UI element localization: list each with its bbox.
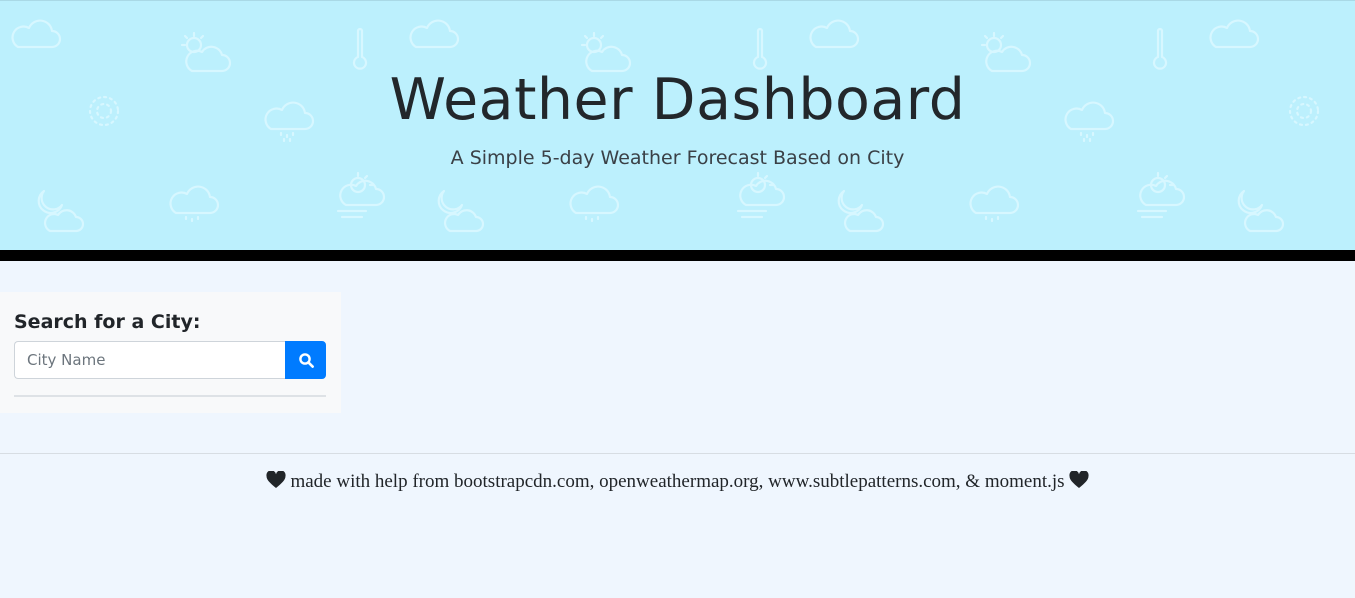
footer-credits: made with help from bootstrapcdn.com, op… (290, 471, 1065, 492)
header-banner: Weather Dashboard A Simple 5-day Weather… (0, 0, 1355, 250)
rain-cloud-icon (569, 185, 620, 223)
moon-cloud-icon (437, 189, 485, 233)
cloud-icon (409, 19, 460, 49)
search-button[interactable] (285, 341, 326, 379)
wind-cloud-icon (736, 171, 786, 219)
moon-cloud-icon (837, 189, 885, 233)
thermometer-icon (752, 27, 768, 70)
sun-cloud-icon (580, 31, 632, 73)
cloud-icon (1209, 19, 1260, 49)
heart-icon (266, 471, 286, 488)
moon-cloud-icon (1237, 189, 1285, 233)
footer-divider (0, 453, 1355, 454)
heart-icon (1069, 471, 1089, 488)
thermometer-icon (1152, 27, 1168, 70)
wind-cloud-icon (336, 171, 386, 219)
city-search-input[interactable] (14, 341, 286, 379)
moon-cloud-icon (37, 189, 85, 233)
header-divider (0, 250, 1355, 261)
page-subtitle: A Simple 5-day Weather Forecast Based on… (450, 147, 905, 169)
sun-cloud-icon (180, 31, 232, 73)
cloud-icon (809, 19, 860, 49)
sun-cloud-icon (980, 31, 1032, 73)
rain-cloud-icon (969, 185, 1020, 223)
page-title: Weather Dashboard (389, 67, 966, 133)
footer: made with help from bootstrapcdn.com, op… (0, 471, 1355, 493)
search-icon (299, 353, 314, 368)
thermometer-icon (352, 27, 368, 70)
search-label: Search for a City: (14, 311, 201, 333)
wind-cloud-icon (1136, 171, 1186, 219)
rain-cloud-icon (169, 185, 220, 223)
cloud-icon (11, 19, 62, 49)
search-history-divider (14, 395, 326, 397)
